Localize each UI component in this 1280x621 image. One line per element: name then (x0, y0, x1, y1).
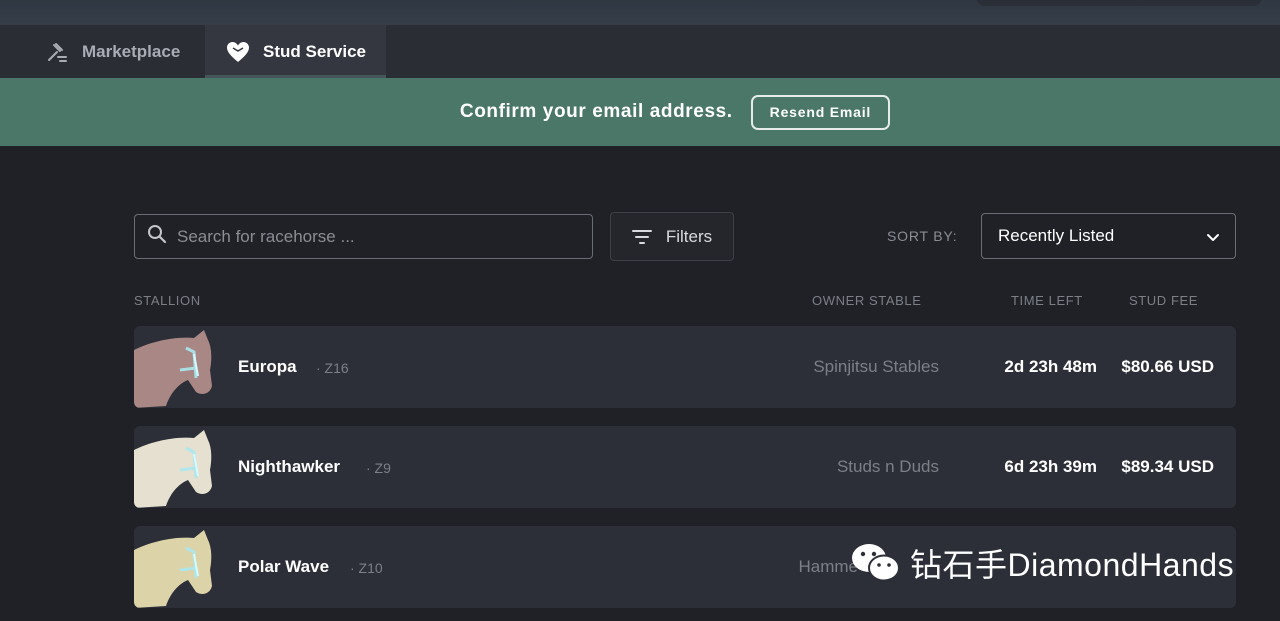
filters-label: Filters (665, 226, 713, 246)
tab-bar: Marketplace Stud Service (0, 25, 1280, 78)
search-icon (147, 224, 167, 249)
watermark-text: 钻石手DiamondHands (910, 547, 1235, 583)
stallion-row[interactable]: Nighthawker · Z9 Studs n Duds 6d 23h 39m… (134, 426, 1236, 508)
tab-label: Stud Service (263, 41, 366, 61)
stallion-generation: · Z9 (366, 460, 391, 476)
top-header-strip (0, 0, 1280, 25)
filters-button[interactable]: Filters (610, 212, 734, 261)
stallion-name[interactable]: Polar Wave (238, 557, 329, 577)
sort-selected-value: Recently Listed (998, 226, 1115, 245)
owner-stable: Studs n Duds (836, 457, 939, 476)
search-input[interactable] (177, 226, 577, 247)
time-left: 2d 23h 48m (1004, 357, 1097, 376)
horse-avatar (134, 530, 212, 608)
chevron-down-icon (1205, 229, 1221, 250)
horse-avatar (134, 430, 212, 508)
column-header-time: TIME LEFT (1011, 293, 1083, 308)
time-left: 6d 23h 39m (1004, 457, 1097, 476)
email-confirm-banner: Confirm your email address. Resend Email (0, 78, 1280, 146)
banner-message: Confirm your email address. (459, 101, 733, 122)
tab-marketplace[interactable]: Marketplace (44, 25, 180, 78)
sort-by-label: SORT BY: (887, 228, 958, 244)
column-header-stallion: STALLION (134, 293, 201, 308)
gavel-icon (44, 39, 70, 65)
stallion-generation: · Z16 (316, 360, 349, 376)
search-box[interactable] (134, 214, 593, 259)
wechat-icon (850, 541, 902, 585)
stallion-name[interactable]: Europa (238, 357, 297, 377)
tab-label: Marketplace (82, 41, 181, 61)
stud-fee: $89.34 USD (1121, 457, 1214, 476)
tab-stud-service[interactable]: Stud Service (205, 25, 386, 78)
stud-fee: $80.66 USD (1121, 357, 1214, 376)
sort-select[interactable]: Recently Listed (981, 213, 1236, 259)
resend-email-button[interactable]: Resend Email (750, 94, 891, 130)
account-area[interactable] (976, 0, 1262, 6)
horse-avatar (134, 330, 212, 408)
heart-icon (225, 39, 251, 65)
stallion-generation: · Z10 (350, 560, 383, 576)
column-header-owner: OWNER STABLE (812, 293, 922, 308)
stallion-row[interactable]: Europa · Z16 Spinjitsu Stables 2d 23h 48… (134, 326, 1236, 408)
owner-stable: Spinjitsu Stables (813, 357, 939, 376)
column-header-fee: STUD FEE (1129, 293, 1199, 308)
filter-icon (631, 229, 652, 245)
stallion-name[interactable]: Nighthawker (238, 457, 340, 477)
watermark: 钻石手DiamondHands (850, 540, 1234, 586)
